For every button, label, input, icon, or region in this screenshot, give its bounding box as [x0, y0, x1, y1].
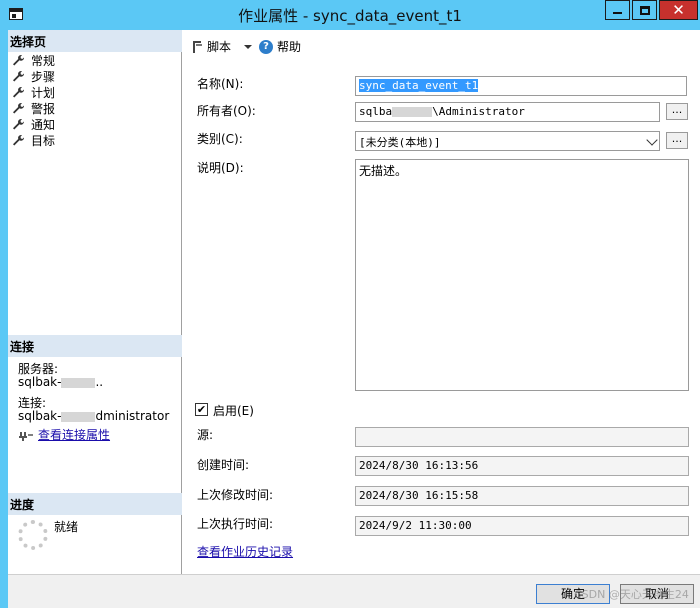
category-value: [未分类(本地)]: [359, 136, 441, 149]
name-field[interactable]: sync_data_event_t1: [355, 76, 687, 96]
title-bar[interactable]: 作业属性 - sync_data_event_t1 ✕: [0, 0, 700, 30]
category-combobox[interactable]: [未分类(本地)]: [355, 131, 660, 151]
owner-browse-button[interactable]: ...: [666, 103, 688, 120]
page-item-label: 目标: [31, 133, 56, 148]
job-properties-window: 作业属性 - sync_data_event_t1 ✕ 选择页 常规 步骤 计划: [0, 0, 700, 608]
page-list: 常规 步骤 计划 警报 通知 目标: [12, 52, 55, 148]
minimize-button[interactable]: [605, 0, 630, 20]
help-label: 帮助: [277, 40, 302, 54]
server-value: sqlbak-..: [18, 375, 104, 389]
progress-spinner-icon: [18, 520, 48, 550]
page-item-label: 警报: [31, 101, 56, 116]
page-item-label: 通知: [31, 117, 56, 132]
window-title: 作业属性 - sync_data_event_t1: [238, 7, 462, 25]
help-button[interactable]: ? 帮助: [259, 38, 301, 55]
script-icon: [193, 40, 202, 53]
description-value: 无描述。: [359, 164, 408, 178]
view-connection-properties-row: 查看连接属性: [18, 429, 110, 442]
wrench-icon: [13, 119, 25, 130]
maximize-icon: [639, 5, 650, 15]
wrench-icon: [13, 71, 25, 82]
help-icon: ?: [259, 39, 274, 54]
close-icon: ✕: [672, 1, 685, 19]
source-field: [355, 427, 689, 447]
maximize-button[interactable]: [632, 0, 657, 20]
minimize-icon: [613, 12, 622, 14]
job-history-link[interactable]: 查看作业历史记录: [197, 543, 293, 560]
page-item-label: 计划: [31, 85, 56, 100]
page-item-notifications[interactable]: 通知: [12, 116, 55, 132]
close-button[interactable]: ✕: [659, 0, 698, 20]
main-panel: 脚本 ? 帮助 名称(N): sync_data_event_t1 所有者(O)…: [182, 30, 700, 574]
category-browse-button[interactable]: ...: [666, 132, 688, 149]
script-dropdown-icon[interactable]: [243, 42, 253, 52]
name-label: 名称(N):: [197, 77, 244, 91]
description-label: 说明(D):: [197, 161, 244, 175]
wrench-icon: [13, 135, 25, 146]
connection-header: 连接: [8, 335, 182, 357]
left-panel: 选择页 常规 步骤 计划 警报 通知 目标 连接 服务器: sqlbak- ..…: [8, 30, 182, 574]
page-item-steps[interactable]: 步骤: [12, 68, 55, 84]
connection-plug-icon: [19, 431, 33, 441]
page-item-label: 步骤: [31, 69, 56, 84]
view-connection-properties-link[interactable]: 查看连接属性: [38, 429, 110, 442]
enabled-label: 启用(E): [213, 404, 254, 418]
progress-header: 进度: [8, 493, 182, 515]
script-button[interactable]: 脚本: [190, 38, 231, 55]
wrench-icon: [13, 87, 25, 98]
page-item-targets[interactable]: 目标: [12, 132, 55, 148]
watermark: CSDN @天心天地生24: [574, 588, 689, 601]
select-page-header: 选择页: [8, 30, 182, 52]
description-textarea[interactable]: 无描述。: [355, 159, 689, 391]
wrench-icon: [13, 103, 25, 114]
page-item-label: 常规: [31, 53, 56, 68]
owner-field[interactable]: sqlba \Administrator: [355, 102, 660, 122]
category-label: 类别(C):: [197, 132, 243, 146]
name-value: sync_data_event_t1: [359, 79, 479, 92]
connection-value: sqlbak-dministrator: [18, 409, 170, 423]
modified-label: 上次修改时间:: [197, 488, 274, 502]
toolbar: 脚本 ? 帮助: [190, 38, 301, 55]
owner-label: 所有者(O):: [197, 104, 256, 118]
created-field: 2024/8/30 16:13:56: [355, 456, 689, 476]
script-label: 脚本: [207, 40, 232, 54]
page-item-alerts[interactable]: 警报: [12, 100, 55, 116]
page-item-general[interactable]: 常规: [12, 52, 55, 68]
source-label: 源:: [197, 428, 214, 442]
chevron-down-icon: [646, 134, 658, 146]
page-item-schedules[interactable]: 计划: [12, 84, 55, 100]
server-info: 服务器: sqlbak-..: [18, 363, 103, 389]
connection-info: 连接: sqlbak-dministrator: [18, 397, 169, 423]
executed-label: 上次执行时间:: [197, 517, 274, 531]
progress-status: 就绪: [54, 520, 79, 534]
enabled-checkbox[interactable]: ✔: [195, 403, 208, 416]
modified-field: 2024/8/30 16:15:58: [355, 486, 689, 506]
created-label: 创建时间:: [197, 458, 250, 472]
wrench-icon: [13, 55, 25, 66]
executed-field: 2024/9/2 11:30:00: [355, 516, 689, 536]
